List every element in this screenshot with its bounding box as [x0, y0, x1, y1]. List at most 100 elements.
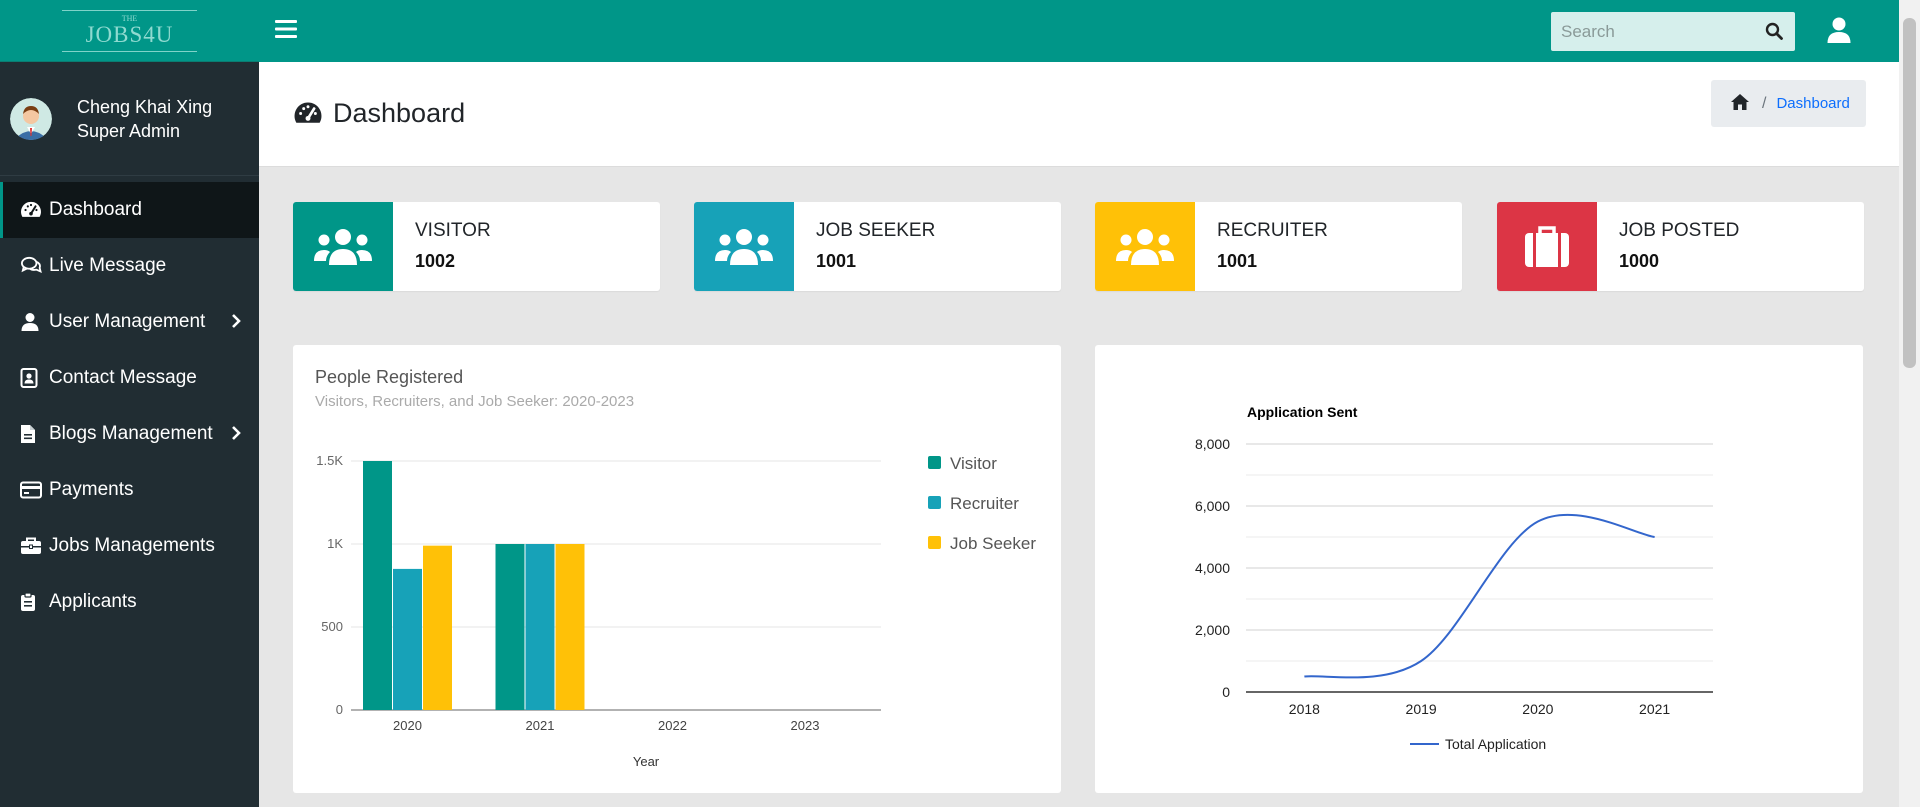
stat-icon-box [694, 202, 794, 291]
stat-value: 1000 [1619, 251, 1660, 271]
x-axis-label: Year [633, 754, 660, 769]
sidebar-item-contact-message[interactable]: Contact Message [0, 350, 259, 406]
credit-card-icon [20, 479, 46, 501]
stat-icon-box [1095, 202, 1195, 291]
top-navbar [259, 0, 1899, 62]
home-icon[interactable] [1730, 93, 1750, 115]
sidebar-item-live-message[interactable]: Live Message [0, 238, 259, 294]
hamburger-menu-icon[interactable] [275, 18, 297, 40]
bar-recruiter [393, 568, 422, 710]
sidebar-item-label: Payments [49, 479, 134, 500]
sidebar-item-blogs-management[interactable]: Blogs Management [0, 406, 259, 462]
y-tick-label: 500 [321, 619, 343, 634]
avatar [10, 97, 52, 140]
legend-label: Job Seeker [950, 534, 1036, 553]
y-tick-label: 0 [1222, 684, 1230, 700]
sidebar-item-label: Jobs Managements [49, 535, 215, 556]
sidebar-item-payments[interactable]: Payments [0, 462, 259, 518]
legend-swatch [928, 456, 941, 469]
application-sent-chart-card: Application Sent 0 2,000 4,000 6,000 8,000 201… [1095, 345, 1863, 793]
legend-swatch [928, 536, 941, 549]
users-icon [314, 228, 372, 265]
search-icon[interactable] [1765, 22, 1783, 40]
y-tick-label: 8,000 [1195, 436, 1230, 452]
x-tick-label: 2019 [1406, 701, 1437, 717]
stat-value: 1001 [1217, 251, 1258, 271]
users-icon [1116, 228, 1174, 265]
x-tick-label: 2018 [1289, 701, 1320, 717]
bar-visitor [495, 544, 525, 710]
legend-label: Visitor [950, 454, 997, 473]
bar-chart: 0 500 1K 1.5K 2020 2021 2022 2023 Year Visitor Rec… [316, 453, 1036, 769]
sidebar-item-label: User Management [49, 311, 206, 332]
sidebar-item-user-management[interactable]: User Management [0, 294, 259, 350]
page-header: Dashboard / Dashboard [259, 62, 1899, 167]
sidebar-item-label: Blogs Management [49, 423, 213, 444]
user-profile-icon[interactable] [1826, 16, 1852, 44]
stat-card-job-seeker[interactable]: JOB SEEKER 1001 [694, 202, 1061, 291]
briefcase-icon [20, 535, 46, 557]
tachometer-icon [20, 199, 46, 221]
user-icon [20, 311, 46, 333]
y-tick-label: 1K [327, 536, 343, 551]
brand-name: JOBS4U [85, 21, 174, 47]
search-box [1551, 12, 1795, 51]
sidebar-item-applicants[interactable]: Applicants [0, 574, 259, 630]
stat-label: JOB SEEKER [816, 220, 936, 241]
chevron-right-icon[interactable] [230, 425, 242, 447]
x-tick-label: 2023 [791, 718, 820, 733]
sidebar-item-jobs-managements[interactable]: Jobs Managements [0, 518, 259, 574]
y-tick-label: 1.5K [316, 453, 343, 468]
stat-icon-box [1497, 202, 1597, 291]
user-name: Cheng Khai Xing [77, 96, 213, 117]
y-tick-label: 2,000 [1195, 622, 1230, 638]
y-tick-label: 6,000 [1195, 498, 1230, 514]
users-icon [715, 228, 773, 265]
brand-logo[interactable]: THE JOBS4U [62, 9, 197, 52]
people-registered-chart-card: People Registered Visitors, Recruiters, … [293, 345, 1061, 793]
legend-label: Total Application [1445, 736, 1546, 752]
breadcrumb-current[interactable]: Dashboard [1776, 95, 1849, 112]
stat-card-job-posted[interactable]: JOB POSTED 1000 [1497, 202, 1864, 291]
sidebar-item-dashboard[interactable]: Dashboard [0, 182, 259, 238]
stat-card-visitor[interactable]: VISITOR 1002 [293, 202, 660, 291]
stat-icon-box [293, 202, 393, 291]
sidebar-item-label: Live Message [49, 255, 167, 276]
sidebar: THE JOBS4U Cheng Khai Xing Super Admin D… [0, 0, 259, 807]
clipboard-icon [20, 591, 46, 613]
y-tick-label: 0 [336, 702, 343, 717]
bar-visitor [363, 461, 392, 710]
stat-label: VISITOR [415, 220, 491, 241]
bar-recruiter [525, 544, 555, 710]
search-input[interactable] [1551, 12, 1751, 51]
x-tick-label: 2021 [526, 718, 555, 733]
legend-label: Recruiter [950, 494, 1019, 513]
address-book-icon [20, 367, 46, 389]
stat-value: 1002 [415, 251, 456, 271]
stat-value: 1001 [816, 251, 857, 271]
user-role: Super Admin [77, 120, 181, 141]
x-tick-label: 2022 [658, 718, 687, 733]
sidebar-item-label: Applicants [49, 591, 137, 612]
sidebar-item-label: Dashboard [49, 199, 142, 220]
bar-job-seeker [555, 544, 585, 710]
breadcrumb: / Dashboard [1711, 80, 1866, 127]
page-scrollbar[interactable] [1899, 0, 1920, 807]
x-tick-label: 2021 [1639, 701, 1670, 717]
sidebar-item-label: Contact Message [49, 367, 197, 388]
stat-label: JOB POSTED [1619, 220, 1740, 241]
line-chart: Application Sent 0 2,000 4,000 6,000 8,000 201… [1195, 404, 1713, 752]
file-icon [20, 423, 46, 445]
scrollbar-thumb[interactable] [1903, 18, 1916, 368]
comments-icon [20, 255, 46, 277]
x-tick-label: 2020 [393, 718, 422, 733]
chart-title: Application Sent [1247, 404, 1358, 420]
brand[interactable]: THE JOBS4U [0, 0, 259, 62]
chevron-right-icon[interactable] [230, 313, 242, 335]
sidebar-menu: Dashboard Live Message User Management C… [0, 182, 259, 630]
x-tick-label: 2020 [1522, 701, 1553, 717]
y-tick-label: 4,000 [1195, 560, 1230, 576]
stat-label: RECRUITER [1217, 220, 1328, 241]
series-line-total-application [1304, 513, 1655, 679]
stat-card-recruiter[interactable]: RECRUITER 1001 [1095, 202, 1462, 291]
